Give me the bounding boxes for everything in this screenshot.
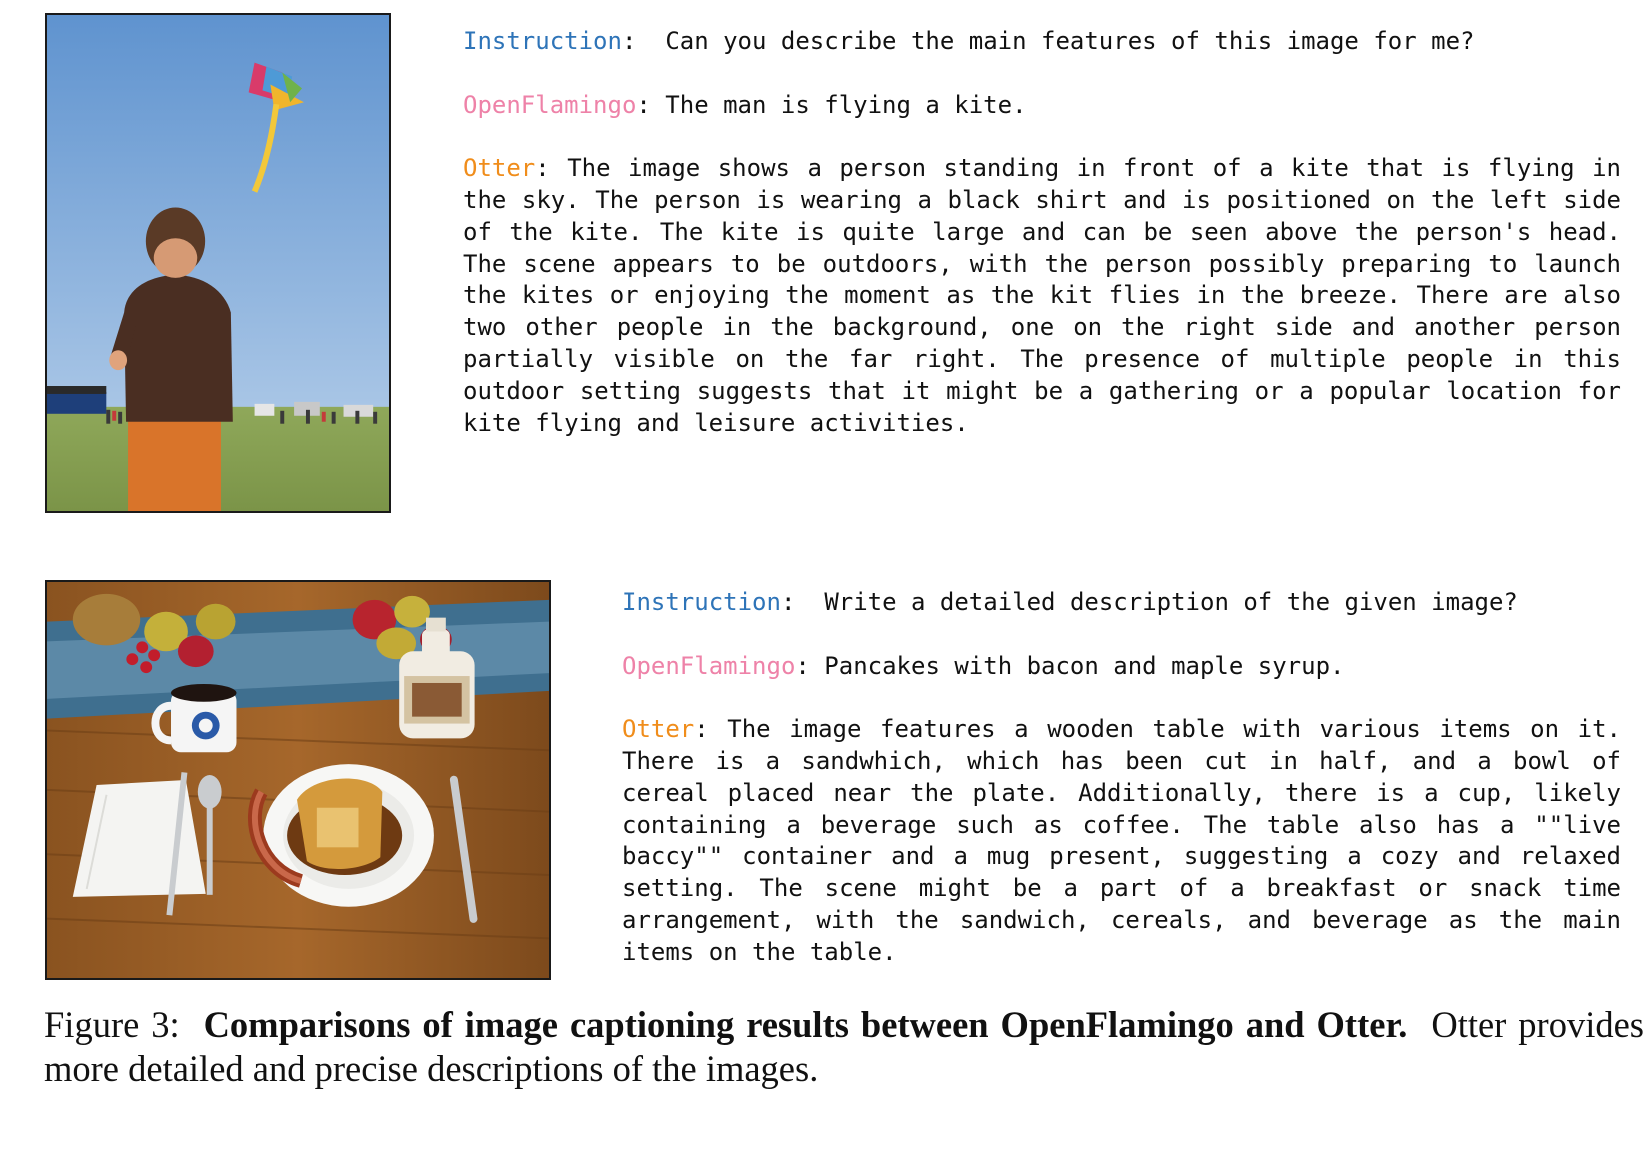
otter-line: Otter: The image features a wooden table… [622, 714, 1621, 968]
instruction-line: Instruction: Write a detailed descriptio… [622, 587, 1621, 619]
instruction-separator: : [780, 588, 825, 616]
otter-line: Otter: The image shows a person standing… [463, 153, 1621, 439]
otter-text: The image shows a person standing in fro… [463, 154, 1621, 437]
instruction-text: Write a detailed description of the give… [824, 588, 1518, 616]
openflamingo-line: OpenFlamingo: The man is flying a kite. [463, 90, 1621, 122]
caption-bold-title: Comparisons of image captioning results … [203, 1004, 1408, 1045]
otter-label: Otter [463, 154, 536, 183]
example-2-text: Instruction: Write a detailed descriptio… [622, 587, 1621, 969]
openflamingo-text: Pancakes with bacon and maple syrup. [824, 651, 1345, 680]
otter-separator: : [535, 154, 568, 183]
breakfast-photo-illustration [47, 582, 549, 978]
otter-separator: : [694, 715, 728, 744]
instruction-text: Can you describe the main features of th… [665, 27, 1475, 55]
otter-label: Otter [622, 715, 695, 744]
figure-caption: Figure 3: Comparisons of image captionin… [44, 1003, 1644, 1091]
openflamingo-separator: : [795, 651, 825, 680]
instruction-label: Instruction [622, 588, 781, 616]
instruction-separator: : [621, 27, 666, 55]
openflamingo-label: OpenFlamingo [622, 651, 796, 680]
openflamingo-label: OpenFlamingo [463, 90, 637, 119]
kite-photo-illustration [47, 15, 389, 511]
openflamingo-separator: : [636, 90, 666, 119]
openflamingo-text: The man is flying a kite. [665, 90, 1027, 119]
otter-text: The image features a wooden table with v… [622, 715, 1621, 966]
kite-photo [45, 13, 391, 513]
breakfast-photo [45, 580, 551, 980]
caption-prefix: Figure 3: [44, 1004, 204, 1045]
instruction-label: Instruction [463, 27, 622, 55]
example-1-text: Instruction: Can you describe the main f… [463, 26, 1621, 439]
openflamingo-line: OpenFlamingo: Pancakes with bacon and ma… [622, 651, 1621, 683]
instruction-line: Instruction: Can you describe the main f… [463, 26, 1621, 58]
